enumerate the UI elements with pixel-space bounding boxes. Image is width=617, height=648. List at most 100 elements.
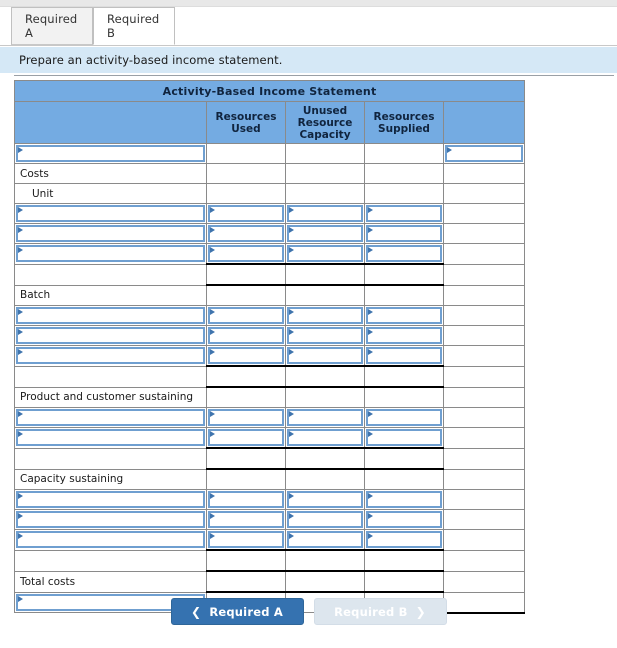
cell-10-1 bbox=[206, 345, 286, 367]
column-header-line: Supplied bbox=[378, 122, 430, 135]
amount-input[interactable] bbox=[208, 205, 284, 222]
tab-required-a-label: Required A bbox=[25, 12, 78, 40]
cell-6-2 bbox=[285, 263, 365, 286]
column-header-2: Unused Resource Capacity bbox=[285, 101, 365, 144]
amount-input[interactable] bbox=[208, 307, 284, 324]
account-select-input[interactable] bbox=[16, 307, 205, 324]
cell-9-2 bbox=[285, 325, 365, 346]
amount-input[interactable] bbox=[287, 307, 363, 324]
account-select-input[interactable] bbox=[16, 429, 205, 447]
cell-20-3 bbox=[364, 549, 444, 572]
column-header-4 bbox=[442, 101, 526, 144]
amount-input[interactable] bbox=[366, 307, 442, 324]
row-label: Product and customer sustaining bbox=[14, 386, 207, 408]
cell-13-2 bbox=[285, 407, 365, 428]
amount-input[interactable] bbox=[287, 245, 363, 262]
cell-11-2 bbox=[285, 365, 365, 388]
column-header-1: Resources Used bbox=[206, 101, 286, 144]
amount-input[interactable] bbox=[208, 327, 284, 344]
cell-11-1 bbox=[206, 365, 286, 388]
cell-9-0 bbox=[14, 325, 207, 346]
amount-input[interactable] bbox=[287, 409, 363, 426]
tab-required-b-label: Required B bbox=[107, 12, 160, 40]
account-select-input[interactable] bbox=[16, 145, 205, 162]
amount-input[interactable] bbox=[366, 347, 442, 364]
cell-5-4 bbox=[442, 243, 526, 265]
account-select-input[interactable] bbox=[16, 491, 205, 508]
amount-input[interactable] bbox=[208, 511, 284, 528]
cell-15-2 bbox=[285, 447, 365, 470]
table-row bbox=[14, 143, 526, 164]
amount-input[interactable] bbox=[208, 491, 284, 508]
instruction-divider bbox=[14, 75, 614, 76]
cell-1-3 bbox=[364, 163, 444, 184]
column-header-0 bbox=[14, 101, 207, 144]
amount-input[interactable] bbox=[366, 511, 442, 528]
cell-18-4 bbox=[442, 509, 526, 530]
account-select-input[interactable] bbox=[16, 225, 205, 242]
cell-4-4 bbox=[442, 223, 526, 244]
prev-required-a-button[interactable]: ❮ Required A bbox=[170, 598, 304, 625]
cell-16-3 bbox=[364, 468, 444, 490]
amount-input[interactable] bbox=[287, 511, 363, 528]
cell-5-3 bbox=[364, 243, 444, 265]
cell-2-2 bbox=[285, 183, 365, 204]
cell-3-0 bbox=[14, 203, 207, 224]
account-select-input[interactable] bbox=[16, 245, 205, 263]
next-button-label: Required B bbox=[334, 604, 408, 619]
amount-input[interactable] bbox=[287, 429, 363, 446]
prev-button-label: Required A bbox=[209, 604, 283, 619]
amount-input[interactable] bbox=[445, 145, 524, 162]
account-select-input[interactable] bbox=[16, 409, 205, 426]
cell-5-1 bbox=[206, 243, 286, 265]
cell-13-0 bbox=[14, 407, 207, 428]
cell-7-1 bbox=[206, 284, 286, 306]
tab-required-b[interactable]: Required B bbox=[93, 7, 175, 45]
tab-bar-underline bbox=[0, 45, 617, 46]
amount-input[interactable] bbox=[366, 205, 442, 222]
cell-10-3 bbox=[364, 345, 444, 367]
amount-input[interactable] bbox=[366, 409, 442, 426]
account-select-input[interactable] bbox=[16, 205, 205, 222]
cell-1-4 bbox=[442, 163, 526, 184]
amount-input[interactable] bbox=[287, 491, 363, 508]
amount-input[interactable] bbox=[366, 491, 442, 508]
account-select-input[interactable] bbox=[16, 347, 205, 365]
table-row bbox=[14, 223, 526, 244]
cell-19-0 bbox=[14, 529, 207, 551]
amount-input[interactable] bbox=[287, 327, 363, 344]
column-header-line: Capacity bbox=[299, 128, 351, 141]
amount-input[interactable] bbox=[287, 225, 363, 242]
table-row: Capacity sustaining bbox=[14, 468, 526, 490]
amount-input[interactable] bbox=[208, 409, 284, 426]
amount-input[interactable] bbox=[366, 245, 442, 262]
cell-0-0 bbox=[14, 143, 207, 164]
amount-input[interactable] bbox=[208, 531, 284, 548]
table-row bbox=[14, 345, 526, 367]
amount-input[interactable] bbox=[287, 531, 363, 548]
cell-17-0 bbox=[14, 489, 207, 510]
cell-5-0 bbox=[14, 243, 207, 265]
cell-10-0 bbox=[14, 345, 207, 367]
amount-input[interactable] bbox=[208, 347, 284, 364]
cell-18-3 bbox=[364, 509, 444, 530]
account-select-input[interactable] bbox=[16, 531, 205, 549]
cell-13-1 bbox=[206, 407, 286, 428]
amount-input[interactable] bbox=[366, 225, 442, 242]
amount-input[interactable] bbox=[366, 327, 442, 344]
cell-18-0 bbox=[14, 509, 207, 530]
amount-input[interactable] bbox=[208, 225, 284, 242]
amount-input[interactable] bbox=[208, 429, 284, 446]
amount-input[interactable] bbox=[287, 347, 363, 364]
cell-14-4 bbox=[442, 427, 526, 449]
cell-11-0 bbox=[14, 365, 207, 388]
account-select-input[interactable] bbox=[16, 511, 205, 528]
next-required-b-button[interactable]: Required B ❯ bbox=[313, 598, 447, 625]
amount-input[interactable] bbox=[366, 531, 442, 548]
account-select-input[interactable] bbox=[16, 327, 205, 344]
amount-input[interactable] bbox=[287, 205, 363, 222]
tab-required-a[interactable]: Required A bbox=[11, 7, 93, 45]
cell-6-4 bbox=[442, 263, 526, 286]
amount-input[interactable] bbox=[366, 429, 442, 446]
amount-input[interactable] bbox=[208, 245, 284, 262]
